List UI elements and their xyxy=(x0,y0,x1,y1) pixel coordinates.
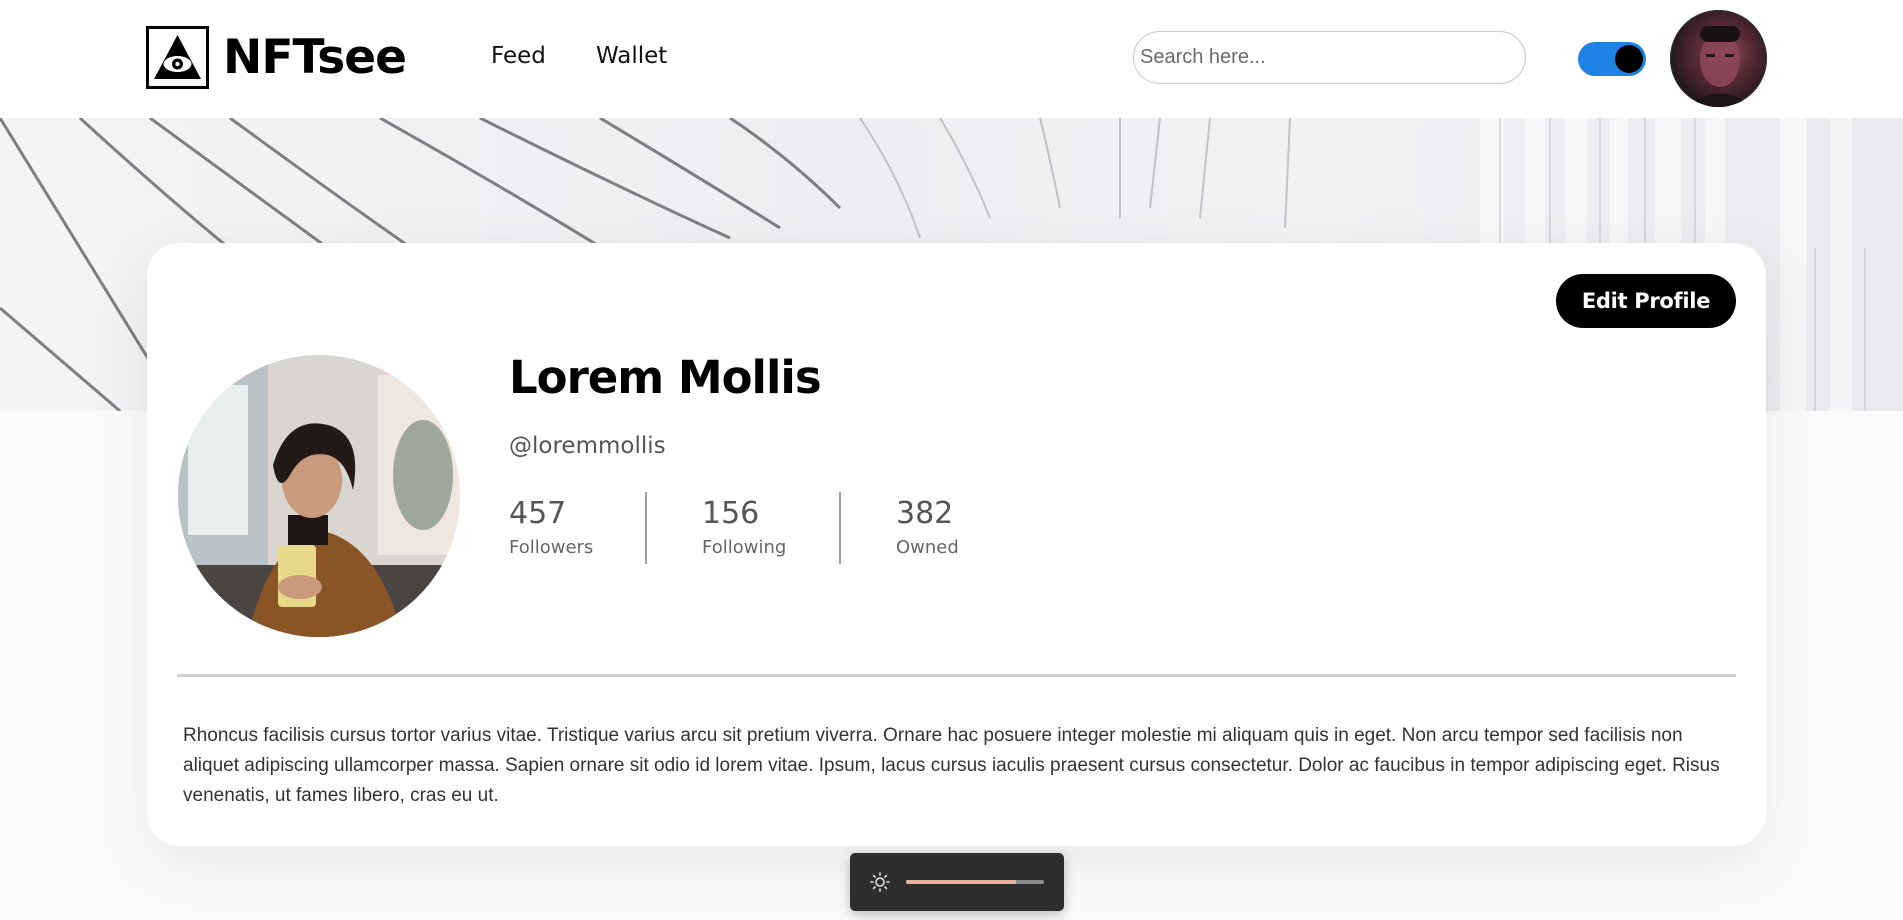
stat-label: Owned xyxy=(896,537,959,558)
brightness-slider[interactable] xyxy=(906,880,1044,884)
nav-feed-link[interactable]: Feed xyxy=(491,43,546,69)
stat-owned[interactable]: 382 Owned xyxy=(896,496,959,558)
theme-toggle[interactable] xyxy=(1578,42,1646,76)
edit-profile-button[interactable]: Edit Profile xyxy=(1556,274,1736,328)
stat-label: Followers xyxy=(509,537,594,558)
stat-value: 382 xyxy=(896,496,954,531)
user-avatar[interactable] xyxy=(1670,10,1767,107)
profile-handle: @loremmollis xyxy=(509,433,666,459)
profile-name: Lorem Mollis xyxy=(509,351,822,404)
stat-followers[interactable]: 457 Followers xyxy=(509,496,593,558)
profile-card: Edit Profile Lorem Mollis @loremmollis 4… xyxy=(147,243,1766,846)
brand-name[interactable]: NFTsee xyxy=(223,26,407,90)
stat-following[interactable]: 156 Following xyxy=(702,496,786,558)
brightness-slider-fill xyxy=(906,880,1017,884)
toggle-knob xyxy=(1615,45,1643,73)
profile-photo xyxy=(178,355,460,637)
top-navbar: NFTsee Feed Wallet xyxy=(0,0,1903,118)
eye-pyramid-icon[interactable] xyxy=(146,26,209,89)
sun-icon xyxy=(870,872,890,897)
stat-label: Following xyxy=(702,537,787,558)
nav-wallet-link[interactable]: Wallet xyxy=(596,43,667,69)
stat-divider xyxy=(645,492,647,564)
stat-value: 156 xyxy=(702,496,760,531)
stat-divider xyxy=(839,492,841,564)
profile-bio: Rhoncus facilisis cursus tortor varius v… xyxy=(183,725,1720,806)
stat-value: 457 xyxy=(509,496,567,531)
search-input[interactable] xyxy=(1133,31,1526,84)
section-divider xyxy=(177,674,1736,677)
brightness-widget xyxy=(850,853,1064,911)
